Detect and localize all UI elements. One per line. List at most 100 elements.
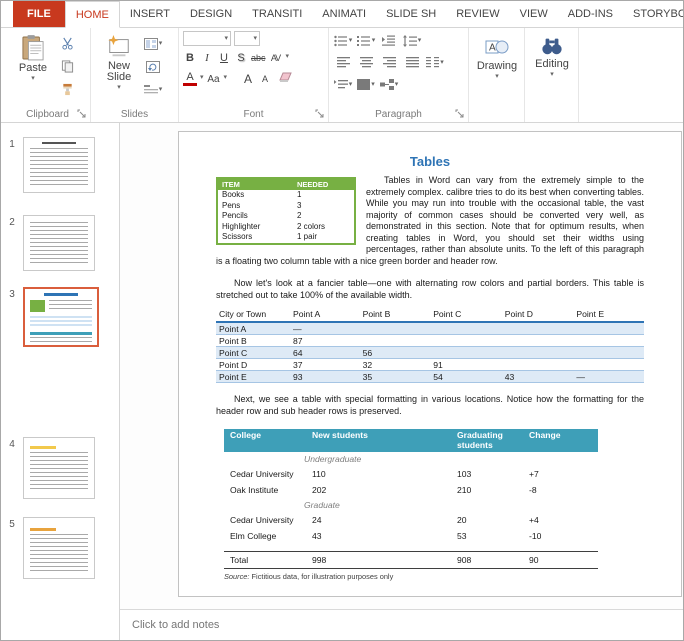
paste-dropdown-caret[interactable]: ▾	[31, 76, 35, 82]
college-table-cell[interactable]: -8	[523, 482, 598, 498]
college-table-header-cell[interactable]: New students	[306, 429, 451, 452]
font-dialog-launcher[interactable]	[315, 109, 325, 119]
tab-animati[interactable]: ANIMATI	[312, 1, 376, 27]
college-table-header-cell[interactable]: Change	[523, 429, 598, 452]
blue-table-cell[interactable]: 93	[290, 371, 360, 383]
blue-table-cell[interactable]: Point D	[216, 359, 290, 371]
source-note[interactable]: Source: Fictitious data, for illustratio…	[224, 572, 644, 581]
blue-table-cell[interactable]	[573, 347, 644, 359]
blue-table-header-cell[interactable]: City or Town	[216, 308, 290, 322]
college-table-subheader-cell[interactable]: Graduate	[224, 498, 598, 512]
blue-table-cell[interactable]	[573, 359, 644, 371]
align-text-button[interactable]: ▾	[356, 75, 376, 94]
notes-pane[interactable]: Click to add notes	[120, 609, 683, 640]
character-spacing-button[interactable]: AV	[269, 49, 283, 65]
tab-storybo[interactable]: STORYBO	[623, 1, 684, 27]
college-table-cell[interactable]: 202	[306, 482, 451, 498]
blue-table-cell[interactable]	[430, 335, 502, 347]
slide-2-thumbnail[interactable]	[23, 215, 95, 271]
change-case-button[interactable]: Aa	[207, 70, 221, 86]
slide-layout-button[interactable]: ▾	[143, 34, 163, 53]
college-table-cell[interactable]: Oak Institute	[224, 482, 306, 498]
drawing-dropdown-caret[interactable]: ▾	[495, 74, 499, 80]
blue-table-cell[interactable]	[430, 322, 502, 335]
blue-table-cell[interactable]	[360, 335, 431, 347]
blue-table-cell[interactable]: 56	[360, 347, 431, 359]
tab-home[interactable]: HOME	[65, 1, 120, 28]
green-table[interactable]: ITEMNEEDEDBooks1Pens3Pencils2Highlighter…	[216, 177, 356, 245]
format-painter-button[interactable]	[57, 80, 77, 99]
tab-review[interactable]: REVIEW	[446, 1, 509, 27]
cut-button[interactable]	[57, 34, 77, 53]
college-table-cell[interactable]: 110	[306, 466, 451, 482]
college-table-cell[interactable]: 20	[451, 512, 523, 528]
new-slide-button[interactable]: New Slide ▾	[95, 31, 143, 106]
college-table-header-cell[interactable]: College	[224, 429, 306, 452]
italic-button[interactable]: I	[200, 49, 214, 65]
slide-1-thumbnail[interactable]	[23, 137, 95, 193]
green-table-cell[interactable]: 2	[293, 211, 355, 222]
blue-table-cell[interactable]: 91	[430, 359, 502, 371]
tab-transiti[interactable]: TRANSITI	[242, 1, 312, 27]
blue-table-header-cell[interactable]: Point B	[360, 308, 431, 322]
copy-button[interactable]	[57, 57, 77, 76]
tab-view[interactable]: VIEW	[510, 1, 558, 27]
tab-insert[interactable]: INSERT	[120, 1, 180, 27]
align-right-button[interactable]	[379, 53, 399, 72]
bold-button[interactable]: B	[183, 49, 197, 65]
slide-5-thumbnail[interactable]	[23, 517, 95, 579]
clipboard-dialog-launcher[interactable]	[77, 109, 87, 119]
tab-file[interactable]: FILE	[13, 1, 65, 27]
college-table-header-cell[interactable]: Graduating students	[451, 429, 523, 452]
blue-table-cell[interactable]: 43	[502, 371, 574, 383]
blue-table-header-cell[interactable]: Point A	[290, 308, 360, 322]
grow-font-button[interactable]: A	[241, 70, 255, 86]
blue-table-cell[interactable]	[573, 335, 644, 347]
green-table-cell[interactable]: Highlighter	[217, 222, 293, 233]
character-spacing-caret[interactable]: ▾	[286, 54, 290, 60]
font-name-combo[interactable]: ▾	[183, 31, 231, 46]
justify-button[interactable]	[402, 53, 422, 72]
blue-table-header-cell[interactable]: Point D	[502, 308, 574, 322]
blue-table-cell[interactable]: 35	[360, 371, 431, 383]
green-table-header-cell[interactable]: NEEDED	[293, 178, 355, 190]
blue-table-cell[interactable]: 37	[290, 359, 360, 371]
tab-design[interactable]: DESIGN	[180, 1, 242, 27]
clear-formatting-button[interactable]	[275, 68, 295, 87]
line-spacing-button[interactable]: ▾	[402, 31, 422, 50]
college-table-cell[interactable]: 210	[451, 482, 523, 498]
editing-button[interactable]: Editing ▾	[529, 31, 575, 106]
blue-table-cell[interactable]: Point A	[216, 322, 290, 335]
green-table-cell[interactable]: Pencils	[217, 211, 293, 222]
green-table-cell[interactable]: 1 pair	[293, 232, 355, 244]
align-left-button[interactable]	[333, 53, 353, 72]
font-size-combo[interactable]: ▾	[234, 31, 260, 46]
blue-table-cell[interactable]: —	[573, 371, 644, 383]
blue-table-cell[interactable]	[502, 322, 574, 335]
green-table-cell[interactable]: Books	[217, 190, 293, 201]
college-table-cell[interactable]: +4	[523, 512, 598, 528]
blue-table-cell[interactable]: Point C	[216, 347, 290, 359]
columns-button[interactable]: ▾	[425, 53, 445, 72]
blue-table-cell[interactable]	[502, 347, 574, 359]
college-table-total-cell[interactable]: 998	[306, 551, 451, 568]
college-table-total-cell[interactable]: Total	[224, 551, 306, 568]
college-table-cell[interactable]: Cedar University	[224, 466, 306, 482]
green-table-cell[interactable]: 2 colors	[293, 222, 355, 233]
blue-table-cell[interactable]	[430, 347, 502, 359]
college-table-total-cell[interactable]: 90	[523, 551, 598, 568]
green-table-cell[interactable]: 3	[293, 201, 355, 212]
college-table-cell[interactable]: -10	[523, 528, 598, 544]
college-table-cell[interactable]: +7	[523, 466, 598, 482]
blue-table-cell[interactable]	[502, 335, 574, 347]
text-direction-button[interactable]: ▾	[333, 75, 353, 94]
blue-table-cell[interactable]: 64	[290, 347, 360, 359]
college-table-cell[interactable]: 43	[306, 528, 451, 544]
blue-table-cell[interactable]	[573, 322, 644, 335]
drawing-button[interactable]: A Drawing ▾	[473, 31, 521, 106]
underline-button[interactable]: U	[217, 49, 231, 65]
indent-increase-button[interactable]	[379, 31, 399, 50]
text-shadow-button[interactable]: S	[234, 49, 248, 65]
slide-title[interactable]: Tables	[216, 154, 644, 169]
tab-add-ins[interactable]: ADD-INS	[558, 1, 623, 27]
